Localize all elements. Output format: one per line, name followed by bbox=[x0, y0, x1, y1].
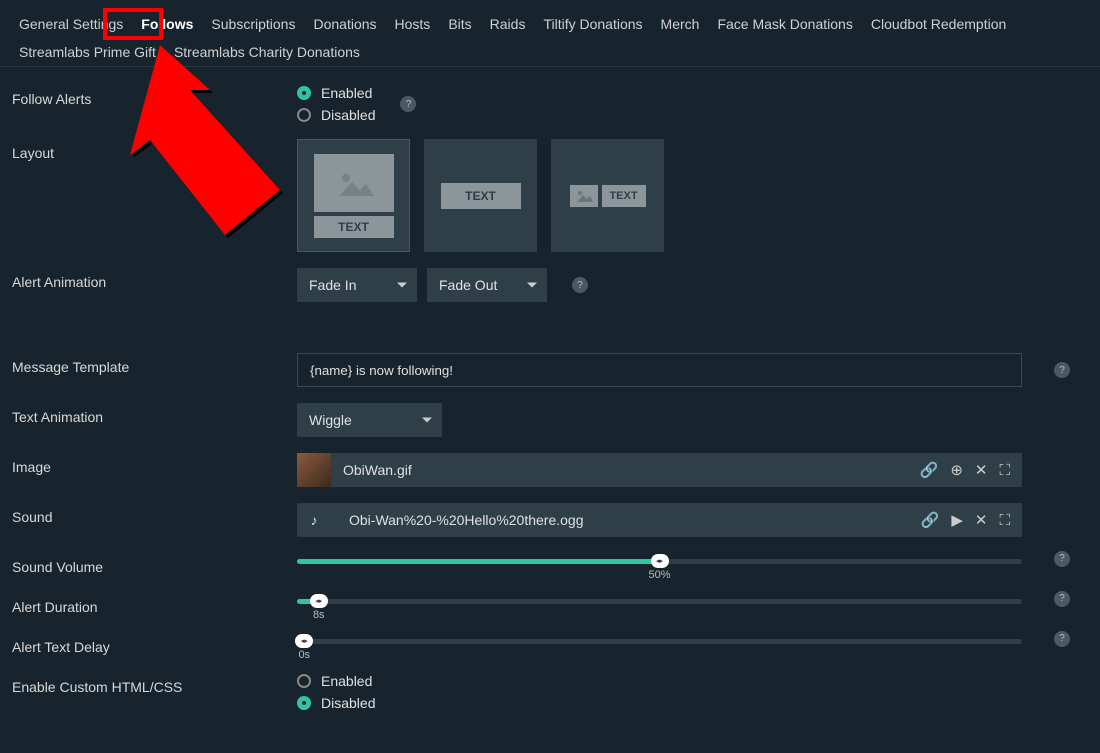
layout-label: Layout bbox=[12, 139, 297, 161]
zoom-icon[interactable]: ⊕ bbox=[950, 461, 963, 479]
message-template-label: Message Template bbox=[12, 353, 297, 375]
animation-out-select[interactable]: Fade Out bbox=[427, 268, 547, 302]
tab-hosts[interactable]: Hosts bbox=[386, 10, 440, 38]
tab-raids[interactable]: Raids bbox=[481, 10, 535, 38]
tab-streamlabs-prime-gift[interactable]: Streamlabs Prime Gift bbox=[10, 38, 165, 66]
tab-face-mask-donations[interactable]: Face Mask Donations bbox=[708, 10, 861, 38]
tab-bits[interactable]: Bits bbox=[439, 10, 480, 38]
alert-text-delay-slider[interactable]: 0s bbox=[297, 633, 1022, 644]
image-label: Image bbox=[12, 453, 297, 475]
sound-file-row: ♪ Obi-Wan%20-%20Hello%20there.ogg 🔗 ▶ ✕ … bbox=[297, 503, 1022, 537]
text-animation-label: Text Animation bbox=[12, 403, 297, 425]
close-icon[interactable]: ✕ bbox=[975, 511, 988, 529]
help-icon[interactable]: ? bbox=[1054, 362, 1070, 378]
image-thumbnail bbox=[297, 453, 331, 487]
help-icon[interactable]: ? bbox=[572, 277, 588, 293]
follow-alerts-enabled-radio[interactable]: Enabled bbox=[297, 85, 375, 101]
tab-subscriptions[interactable]: Subscriptions bbox=[202, 10, 304, 38]
settings-content: Follow Alerts Enabled Disabled ? Layout … bbox=[0, 67, 1100, 719]
custom-html-disabled-radio[interactable]: Disabled bbox=[297, 695, 375, 711]
help-icon[interactable]: ? bbox=[1054, 551, 1070, 567]
music-icon: ♪ bbox=[297, 503, 331, 537]
alert-duration-label: Alert Duration bbox=[12, 593, 297, 615]
sound-volume-slider[interactable]: 50% bbox=[297, 553, 1022, 564]
tab-donations[interactable]: Donations bbox=[304, 10, 385, 38]
sound-filename: Obi-Wan%20-%20Hello%20there.ogg bbox=[331, 512, 921, 528]
image-filename: ObiWan.gif bbox=[331, 462, 920, 478]
border-icon[interactable]: ⛶ bbox=[999, 462, 1010, 479]
help-icon[interactable]: ? bbox=[400, 96, 416, 112]
tab-streamlabs-charity-donations[interactable]: Streamlabs Charity Donations bbox=[165, 38, 369, 66]
tab-merch[interactable]: Merch bbox=[652, 10, 709, 38]
custom-html-label: Enable Custom HTML/CSS bbox=[12, 673, 297, 695]
alert-duration-slider[interactable]: 8s bbox=[297, 593, 1022, 604]
follow-alerts-label: Follow Alerts bbox=[12, 85, 297, 107]
tab-tiltify-donations[interactable]: Tiltify Donations bbox=[534, 10, 651, 38]
help-icon[interactable]: ? bbox=[1054, 631, 1070, 647]
sound-volume-label: Sound Volume bbox=[12, 553, 297, 575]
alert-text-delay-label: Alert Text Delay bbox=[12, 633, 297, 655]
help-icon[interactable]: ? bbox=[1054, 591, 1070, 607]
layout-option-2[interactable]: TEXT bbox=[424, 139, 537, 252]
follow-alerts-disabled-radio[interactable]: Disabled bbox=[297, 107, 375, 123]
image-file-row: ObiWan.gif 🔗 ⊕ ✕ ⛶ bbox=[297, 453, 1022, 487]
tab-general-settings[interactable]: General Settings bbox=[10, 10, 132, 38]
tab-cloudbot-redemption[interactable]: Cloudbot Redemption bbox=[862, 10, 1015, 38]
layout-option-3[interactable]: TEXT bbox=[551, 139, 664, 252]
close-icon[interactable]: ✕ bbox=[975, 461, 988, 479]
custom-html-enabled-radio[interactable]: Enabled bbox=[297, 673, 375, 689]
sound-label: Sound bbox=[12, 503, 297, 525]
settings-tabs: General SettingsFollowsSubscriptionsDona… bbox=[0, 0, 1100, 67]
play-icon[interactable]: ▶ bbox=[951, 511, 963, 529]
link-icon[interactable]: 🔗 bbox=[921, 511, 940, 529]
link-icon[interactable]: 🔗 bbox=[920, 461, 939, 479]
border-icon[interactable]: ⛶ bbox=[999, 512, 1010, 529]
alert-animation-label: Alert Animation bbox=[12, 268, 297, 290]
text-animation-select[interactable]: Wiggle bbox=[297, 403, 442, 437]
layout-option-1[interactable]: TEXT bbox=[297, 139, 410, 252]
animation-in-select[interactable]: Fade In bbox=[297, 268, 417, 302]
message-template-input[interactable] bbox=[297, 353, 1022, 387]
tab-follows[interactable]: Follows bbox=[132, 10, 202, 38]
